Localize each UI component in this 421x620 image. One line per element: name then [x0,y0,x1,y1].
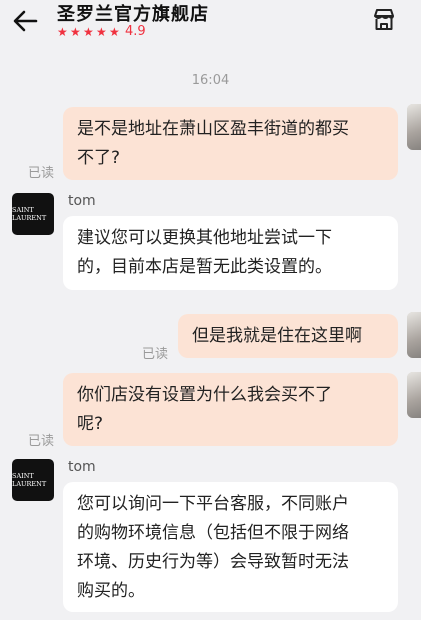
arrow-left-icon[interactable] [10,6,40,36]
message-bubble-sent[interactable]: 你们店没有设置为什么我会买不了 呢? [63,373,398,446]
message-text: 您可以询问一下平台客服，不同账户 [77,494,349,514]
user-avatar[interactable] [407,104,421,150]
rating-value: 4.9 [125,24,146,39]
message-bubble-received[interactable]: 建议您可以更换其他地址尝试一下 的，目前本店是暂无此类设置的。 [63,216,398,290]
star-icon: ★ [57,25,68,39]
chat-screen: 圣罗兰官方旗舰店 ★ ★ ★ ★ ★ 4.9 16:04 是不是地址在萧山区盈丰… [0,0,421,620]
read-receipt: 已读 [28,434,55,449]
read-receipt: 已读 [28,166,55,181]
sender-name: tom [68,459,96,475]
star-icon: ★ [83,25,94,39]
message-text: 但是我就是住在这里啊 [192,326,362,346]
sender-name: tom [68,193,96,209]
shop-name[interactable]: 圣罗兰官方旗舰店 [57,0,209,26]
message-text: 购买的。 [77,581,145,601]
message-text: 你们店没有设置为什么我会买不了 [77,385,332,405]
shop-avatar-logo: SAINT LAURENT [12,472,47,488]
message-text: 建议您可以更换其他地址尝试一下 [77,228,332,248]
message-bubble-sent[interactable]: 是不是地址在萧山区盈丰街道的都买 不了? [63,107,398,180]
user-avatar[interactable] [407,372,421,418]
message-text: 的，目前本店是暂无此类设置的。 [77,257,332,277]
message-text: 的购物环境信息（包括但不限于网络 [77,523,349,543]
chat-header: 圣罗兰官方旗舰店 ★ ★ ★ ★ ★ 4.9 [0,0,421,48]
star-icon: ★ [96,25,107,39]
shop-avatar-logo: SAINT LAURENT [12,206,47,222]
shop-avatar[interactable]: SAINT LAURENT [12,193,54,235]
star-icon: ★ [70,25,81,39]
read-receipt: 已读 [142,347,169,362]
message-bubble-sent[interactable]: 但是我就是住在这里啊 [178,314,398,358]
rating-row: ★ ★ ★ ★ ★ 4.9 [57,24,146,40]
message-bubble-received[interactable]: 您可以询问一下平台客服，不同账户 的购物环境信息（包括但不限于网络 环境、历史行… [63,482,398,612]
message-timestamp: 16:04 [191,73,230,88]
user-avatar[interactable] [407,312,421,358]
shop-avatar[interactable]: SAINT LAURENT [12,459,54,501]
message-text: 是不是地址在萧山区盈丰街道的都买 [77,119,349,139]
message-text: 环境、历史行为等）会导致暂时无法 [77,552,349,572]
store-icon[interactable] [371,7,397,33]
message-text: 呢? [77,414,104,434]
star-icon: ★ [109,25,120,39]
message-text: 不了? [77,148,121,168]
